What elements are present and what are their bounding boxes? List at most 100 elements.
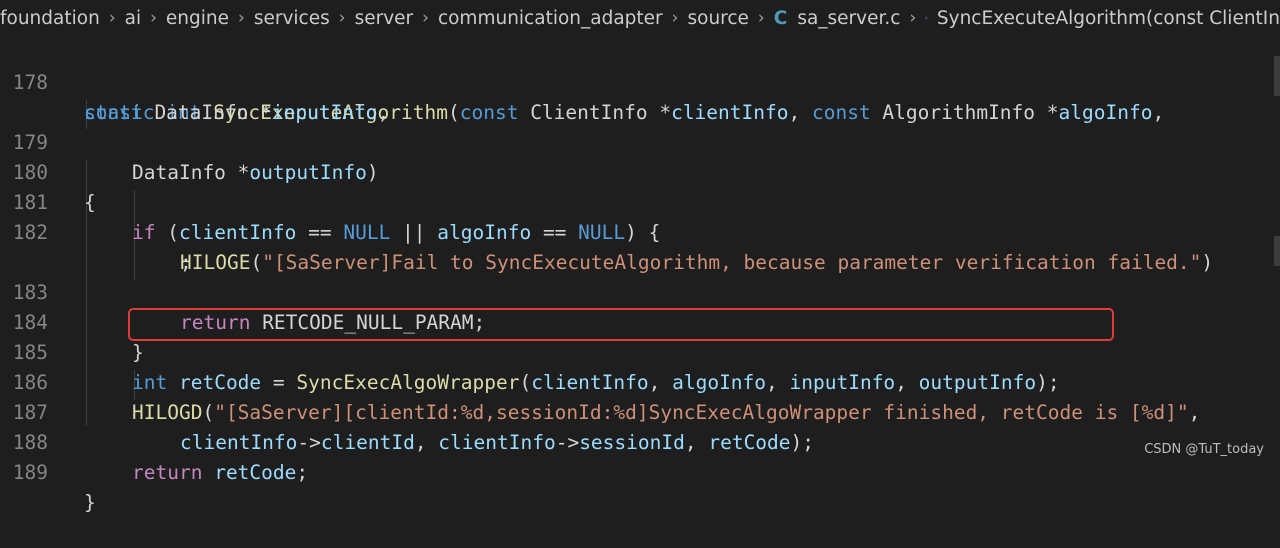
token: AlgorithmInfo * bbox=[870, 101, 1059, 124]
token: || bbox=[390, 221, 438, 244]
token: inputInfo bbox=[271, 101, 378, 124]
code-line-184[interactable]: 184 } bbox=[0, 278, 144, 364]
token: SyncExecAlgoWrapper bbox=[296, 371, 520, 394]
token: clientInfo bbox=[178, 221, 297, 244]
token: "[SaServer]Fail to SyncExecuteAlgorithm,… bbox=[262, 251, 1202, 274]
token: == bbox=[296, 221, 344, 244]
token: const bbox=[811, 101, 871, 124]
token: , bbox=[1188, 401, 1201, 424]
token: DataInfo * bbox=[142, 101, 272, 124]
chevron-right-icon: › bbox=[108, 8, 116, 28]
token: } bbox=[132, 341, 144, 364]
token: if bbox=[132, 221, 156, 244]
token: , bbox=[1152, 101, 1165, 124]
code-line-181[interactable]: 181 if (clientInfo == NULL || algoInfo =… bbox=[0, 158, 661, 244]
breadcrumb-item-ai[interactable]: ai bbox=[125, 8, 141, 29]
watermark: CSDN @TuT_today bbox=[1144, 442, 1264, 457]
token: , bbox=[648, 371, 673, 394]
token: == bbox=[531, 221, 579, 244]
code-line-187[interactable]: 187 clientInfo->clientId, clientInfo->se… bbox=[0, 368, 814, 454]
token: ; bbox=[180, 251, 192, 274]
token: clientInfo bbox=[180, 431, 298, 454]
chevron-right-icon: › bbox=[757, 8, 765, 28]
token: ( bbox=[448, 101, 460, 124]
token: ClientInfo * bbox=[518, 101, 672, 124]
code-editor[interactable]: 178 static int SyncExecuteAlgorithm(cons… bbox=[0, 36, 1280, 514]
breadcrumb-item-source[interactable]: source bbox=[687, 8, 748, 29]
token: const bbox=[84, 101, 143, 124]
code-line-178[interactable]: 178 static int SyncExecuteAlgorithm(cons… bbox=[0, 38, 1164, 124]
chevron-right-icon: › bbox=[150, 8, 157, 28]
token: retCode bbox=[214, 461, 297, 484]
token: ); bbox=[790, 431, 815, 454]
token: outputInfo bbox=[249, 161, 367, 184]
code-line-188[interactable]: 188 return retCode; bbox=[0, 398, 308, 484]
breadcrumb-item-services[interactable]: services bbox=[254, 8, 330, 29]
code-line-182-wrap[interactable]: ; bbox=[0, 218, 192, 274]
token: clientId bbox=[320, 431, 415, 454]
token: , bbox=[377, 101, 390, 124]
token: clientInfo bbox=[671, 101, 789, 124]
token: ( bbox=[519, 371, 532, 394]
token: , bbox=[788, 101, 812, 124]
token: retCode bbox=[178, 371, 262, 394]
token: , bbox=[414, 431, 439, 454]
token: -> bbox=[555, 431, 580, 454]
token: ); bbox=[1036, 371, 1060, 394]
token: ) bbox=[366, 161, 379, 184]
token: retCode bbox=[708, 431, 791, 454]
code-line-185[interactable]: 185 int retCode = SyncExecAlgoWrapper(cl… bbox=[0, 308, 1060, 394]
token: NULL bbox=[578, 221, 626, 244]
scrollbar-marker bbox=[1274, 56, 1280, 96]
highlight-box bbox=[128, 308, 1114, 341]
token: clientInfo bbox=[438, 431, 556, 454]
scrollbar-marker bbox=[1274, 236, 1280, 266]
token: ( bbox=[250, 251, 263, 274]
token: sessionId bbox=[579, 431, 685, 454]
token: ) bbox=[1201, 251, 1214, 274]
c-file-icon: C bbox=[773, 7, 788, 29]
token: inputInfo bbox=[789, 371, 896, 394]
token: algoInfo bbox=[672, 371, 767, 394]
token: { bbox=[84, 191, 96, 214]
breadcrumb-file[interactable]: sa_server.c bbox=[797, 8, 900, 29]
breadcrumb: foundation › ai › engine › services › se… bbox=[0, 0, 1280, 36]
token: algoInfo bbox=[437, 221, 532, 244]
code-line-183[interactable]: 183 return RETCODE_NULL_PARAM; bbox=[0, 248, 486, 334]
token: NULL bbox=[343, 221, 391, 244]
chevron-right-icon: › bbox=[671, 8, 679, 28]
code-line-189[interactable]: 189 } bbox=[0, 428, 96, 514]
token: HILOGD bbox=[132, 401, 203, 424]
token: = bbox=[261, 371, 297, 394]
breadcrumb-symbol[interactable]: SyncExecuteAlgorithm(const ClientIn bbox=[937, 8, 1280, 29]
breadcrumb-item-engine[interactable]: engine bbox=[166, 8, 229, 29]
token: const bbox=[459, 101, 519, 124]
token: ( bbox=[155, 221, 179, 244]
token: ; bbox=[296, 461, 309, 484]
token: , bbox=[895, 371, 919, 394]
code-line-182[interactable]: 182 HILOGE("[SaServer]Fail to SyncExecut… bbox=[0, 188, 1213, 274]
code-line-179[interactable]: 179 DataInfo *outputInfo) bbox=[0, 98, 379, 184]
chevron-right-icon: › bbox=[909, 8, 917, 28]
code-line-180[interactable]: 180 { bbox=[0, 128, 96, 214]
token: ) { bbox=[625, 221, 661, 244]
token: ( bbox=[202, 401, 215, 424]
token: , bbox=[766, 371, 790, 394]
token: DataInfo * bbox=[132, 161, 250, 184]
token: -> bbox=[297, 431, 321, 454]
breadcrumb-item-foundation[interactable]: foundation bbox=[0, 8, 100, 29]
chevron-right-icon: › bbox=[238, 8, 245, 28]
token: int bbox=[132, 371, 168, 394]
chevron-right-icon: › bbox=[422, 8, 429, 28]
token: "[SaServer][clientId:%d,sessionId:%d]Syn… bbox=[214, 401, 1189, 424]
code-line-186[interactable]: 186 HILOGD("[SaServer][clientId:%d,sessi… bbox=[0, 338, 1201, 424]
breadcrumb-item-communication-adapter[interactable]: communication_adapter bbox=[438, 8, 663, 29]
code-line-178-wrap[interactable]: const DataInfo *inputInfo, bbox=[0, 68, 389, 124]
breadcrumb-item-server[interactable]: server bbox=[355, 8, 414, 29]
token: return bbox=[132, 461, 203, 484]
token: algoInfo bbox=[1058, 101, 1153, 124]
token: clientInfo bbox=[531, 371, 649, 394]
token: , bbox=[684, 431, 709, 454]
